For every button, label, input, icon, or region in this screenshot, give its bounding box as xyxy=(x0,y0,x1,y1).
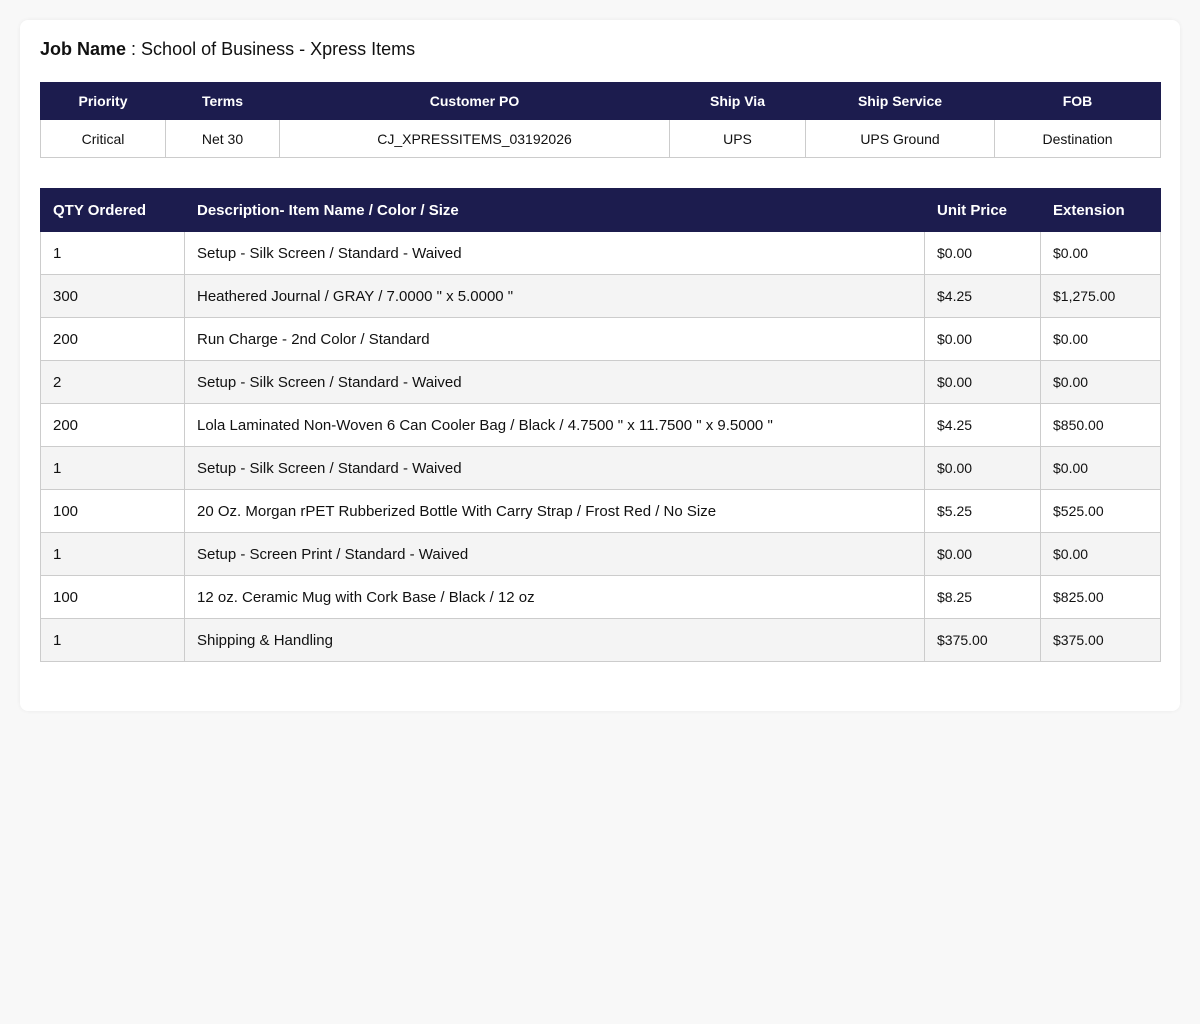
table-row: 1 Setup - Silk Screen / Standard - Waive… xyxy=(40,231,1161,275)
extension-cell: $0.00 xyxy=(1040,532,1161,576)
description-cell: Heathered Journal / GRAY / 7.0000 " x 5.… xyxy=(184,274,925,318)
unit-price-cell: $0.00 xyxy=(924,446,1041,490)
description-cell: Setup - Silk Screen / Standard - Waived xyxy=(184,360,925,404)
header-ship-via: Ship Via xyxy=(669,82,806,120)
header-ship-service: Ship Service xyxy=(805,82,995,120)
table-row: 200 Lola Laminated Non-Woven 6 Can Coole… xyxy=(40,403,1161,447)
qty-cell: 300 xyxy=(40,274,185,318)
ship-via-value: UPS xyxy=(669,119,806,158)
header-terms: Terms xyxy=(165,82,280,120)
header-priority: Priority xyxy=(40,82,166,120)
qty-cell: 2 xyxy=(40,360,185,404)
job-name-value: School of Business - Xpress Items xyxy=(141,39,416,59)
qty-cell: 100 xyxy=(40,575,185,619)
unit-price-cell: $0.00 xyxy=(924,231,1041,275)
table-row: 300 Heathered Journal / GRAY / 7.0000 " … xyxy=(40,274,1161,318)
unit-price-cell: $0.00 xyxy=(924,532,1041,576)
table-row: 2 Setup - Silk Screen / Standard - Waive… xyxy=(40,360,1161,404)
order-info-value-row: Critical Net 30 CJ_XPRESSITEMS_03192026 … xyxy=(40,119,1161,158)
order-info-table: Priority Terms Customer PO Ship Via Ship… xyxy=(40,82,1161,158)
header-fob: FOB xyxy=(994,82,1161,120)
qty-cell: 1 xyxy=(40,446,185,490)
description-cell: 20 Oz. Morgan rPET Rubberized Bottle Wit… xyxy=(184,489,925,533)
header-extension: Extension xyxy=(1040,188,1161,232)
extension-cell: $850.00 xyxy=(1040,403,1161,447)
ship-service-value: UPS Ground xyxy=(805,119,995,158)
extension-cell: $375.00 xyxy=(1040,618,1161,662)
description-cell: Lola Laminated Non-Woven 6 Can Cooler Ba… xyxy=(184,403,925,447)
line-items-header-row: QTY Ordered Description- Item Name / Col… xyxy=(40,188,1161,232)
extension-cell: $525.00 xyxy=(1040,489,1161,533)
customer-po-value: CJ_XPRESSITEMS_03192026 xyxy=(279,119,670,158)
order-info-header-row: Priority Terms Customer PO Ship Via Ship… xyxy=(40,82,1161,120)
extension-cell: $0.00 xyxy=(1040,360,1161,404)
job-name-separator: : xyxy=(126,39,142,59)
description-cell: Setup - Screen Print / Standard - Waived xyxy=(184,532,925,576)
unit-price-cell: $4.25 xyxy=(924,274,1041,318)
priority-value: Critical xyxy=(40,119,166,158)
unit-price-cell: $5.25 xyxy=(924,489,1041,533)
description-cell: Setup - Silk Screen / Standard - Waived xyxy=(184,231,925,275)
header-qty-ordered: QTY Ordered xyxy=(40,188,185,232)
line-items-table: QTY Ordered Description- Item Name / Col… xyxy=(40,188,1161,662)
table-row: 100 12 oz. Ceramic Mug with Cork Base / … xyxy=(40,575,1161,619)
description-cell: Run Charge - 2nd Color / Standard xyxy=(184,317,925,361)
unit-price-cell: $0.00 xyxy=(924,317,1041,361)
order-card: Job Name : School of Business - Xpress I… xyxy=(20,20,1180,711)
extension-cell: $0.00 xyxy=(1040,317,1161,361)
qty-cell: 200 xyxy=(40,317,185,361)
description-cell: 12 oz. Ceramic Mug with Cork Base / Blac… xyxy=(184,575,925,619)
terms-value: Net 30 xyxy=(165,119,280,158)
table-row: 1 Setup - Silk Screen / Standard - Waive… xyxy=(40,446,1161,490)
job-name-label: Job Name xyxy=(40,39,127,59)
header-customer-po: Customer PO xyxy=(279,82,670,120)
fob-value: Destination xyxy=(994,119,1161,158)
header-description: Description- Item Name / Color / Size xyxy=(184,188,925,232)
extension-cell: $1,275.00 xyxy=(1040,274,1161,318)
table-row: 100 20 Oz. Morgan rPET Rubberized Bottle… xyxy=(40,489,1161,533)
unit-price-cell: $8.25 xyxy=(924,575,1041,619)
qty-cell: 1 xyxy=(40,532,185,576)
job-name-line: Job Name : School of Business - Xpress I… xyxy=(40,38,1160,60)
table-row: 1 Shipping & Handling $375.00 $375.00 xyxy=(40,618,1161,662)
extension-cell: $0.00 xyxy=(1040,446,1161,490)
unit-price-cell: $0.00 xyxy=(924,360,1041,404)
unit-price-cell: $375.00 xyxy=(924,618,1041,662)
header-unit-price: Unit Price xyxy=(924,188,1041,232)
qty-cell: 200 xyxy=(40,403,185,447)
description-cell: Shipping & Handling xyxy=(184,618,925,662)
extension-cell: $0.00 xyxy=(1040,231,1161,275)
qty-cell: 1 xyxy=(40,618,185,662)
description-cell: Setup - Silk Screen / Standard - Waived xyxy=(184,446,925,490)
extension-cell: $825.00 xyxy=(1040,575,1161,619)
table-row: 1 Setup - Screen Print / Standard - Waiv… xyxy=(40,532,1161,576)
qty-cell: 1 xyxy=(40,231,185,275)
qty-cell: 100 xyxy=(40,489,185,533)
table-row: 200 Run Charge - 2nd Color / Standard $0… xyxy=(40,317,1161,361)
unit-price-cell: $4.25 xyxy=(924,403,1041,447)
